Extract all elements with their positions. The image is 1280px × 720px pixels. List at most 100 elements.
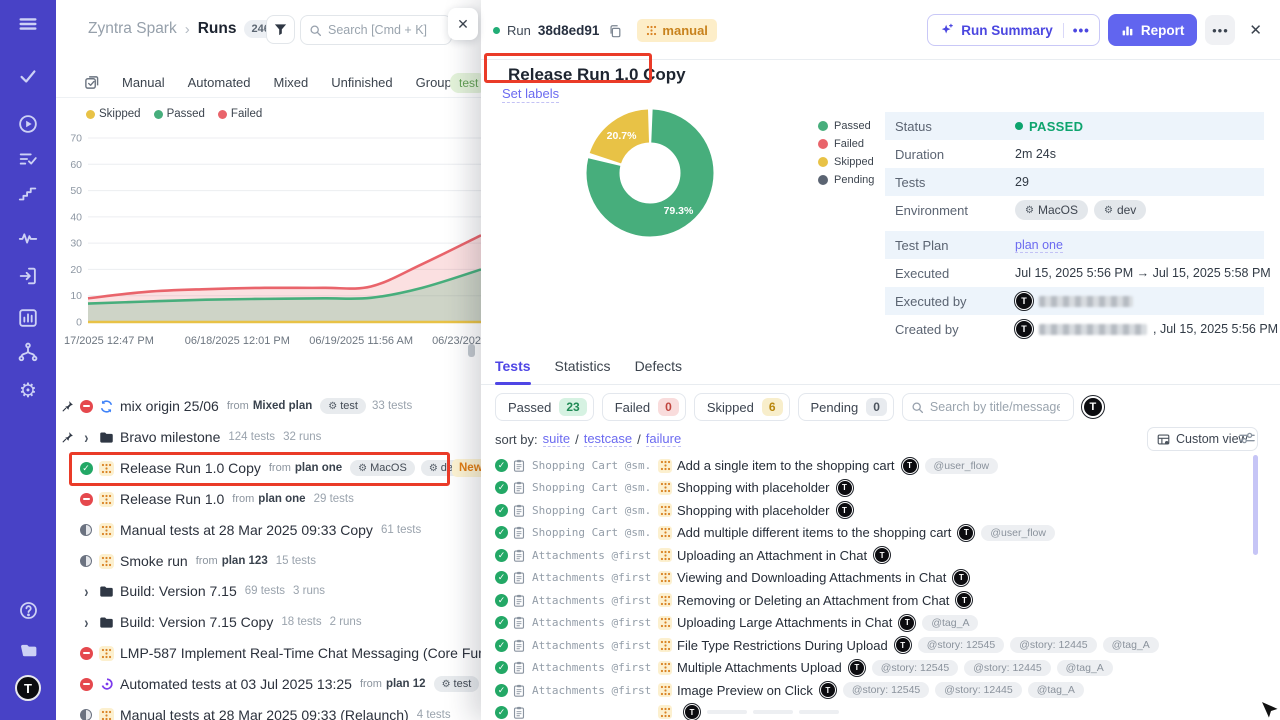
- chevron-right-icon[interactable]: ›: [79, 429, 93, 445]
- run-list-item[interactable]: Smoke runfromplan 12315 tests: [56, 551, 481, 571]
- run-list-item[interactable]: LMP-587 Implement Real-Time Chat Messagi…: [56, 643, 481, 663]
- chevron-right-icon[interactable]: ›: [79, 583, 93, 599]
- test-tag[interactable]: @story: 12545: [843, 682, 929, 698]
- test-passed-icon: ✓: [495, 616, 508, 629]
- test-row[interactable]: ✓Attachments @firstImage Preview on Clic…: [481, 681, 1280, 699]
- play-circle-icon[interactable]: [0, 110, 56, 138]
- test-tag[interactable]: [753, 710, 793, 714]
- test-row[interactable]: ✓Attachments @firstUploading an Attachme…: [481, 546, 1280, 564]
- test-title[interactable]: Image Preview on Click: [677, 683, 813, 698]
- panel-close-button[interactable]: ✕: [448, 8, 478, 40]
- test-suite-name: Attachments @first: [532, 661, 653, 674]
- test-tag[interactable]: @story: 12545: [872, 660, 958, 676]
- test-title[interactable]: Add multiple different items to the shop…: [677, 525, 951, 540]
- run-meta-text: 69 tests: [245, 585, 285, 597]
- run-type-manual-icon: [99, 708, 114, 720]
- run-plan-name[interactable]: plan 123: [222, 555, 268, 567]
- test-tag[interactable]: [799, 710, 839, 714]
- test-title[interactable]: Uploading Large Attachments in Chat: [677, 615, 892, 630]
- folder-icon: [99, 585, 114, 598]
- test-title[interactable]: Uploading an Attachment in Chat: [677, 548, 867, 563]
- avatar-t[interactable]: T: [0, 674, 56, 702]
- test-title[interactable]: Add a single item to the shopping cart: [677, 458, 895, 473]
- test-title[interactable]: Shopping with placeholder: [677, 503, 830, 518]
- test-title[interactable]: Shopping with placeholder: [677, 480, 830, 495]
- run-list-item[interactable]: ›Bravo milestone124 tests32 runs: [56, 427, 481, 447]
- run-list-item[interactable]: Release Run 1.0fromplan one29 tests: [56, 489, 481, 509]
- test-list-scrollbar[interactable]: [1253, 455, 1258, 555]
- environment-badge: ⚙test: [320, 398, 366, 414]
- test-suite-name: Attachments @first: [532, 684, 653, 697]
- test-title[interactable]: File Type Restrictions During Upload: [677, 638, 888, 653]
- run-meta-text: 18 tests: [281, 616, 321, 628]
- run-plan-name[interactable]: Mixed plan: [253, 400, 312, 412]
- test-passed-icon: ✓: [495, 706, 508, 719]
- test-passed-icon: ✓: [495, 639, 508, 652]
- test-tag[interactable]: @user_flow: [981, 525, 1055, 541]
- folder-icon: [99, 616, 114, 629]
- test-tag[interactable]: @tag_A: [922, 615, 978, 631]
- gear-icon[interactable]: ⚙: [0, 376, 56, 404]
- test-tag[interactable]: @story: 12445: [964, 660, 1050, 676]
- test-tag[interactable]: [707, 710, 747, 714]
- test-tag[interactable]: @tag_A: [1103, 637, 1159, 653]
- git-branch-icon[interactable]: [0, 338, 56, 366]
- run-title-text: LMP-587 Implement Real-Time Chat Messagi…: [120, 645, 481, 661]
- run-type-manual-icon: [99, 492, 114, 507]
- user-avatar[interactable]: T: [15, 675, 41, 701]
- help-icon[interactable]: [0, 596, 56, 624]
- test-row[interactable]: ✓Shopping Cart @sm...Shopping with place…: [481, 479, 1280, 497]
- test-tag[interactable]: @tag_A: [1057, 660, 1113, 676]
- gear-icon: ⚙: [328, 401, 337, 412]
- run-list-item[interactable]: Manual tests at 28 Mar 2025 09:33 Copy61…: [56, 520, 481, 540]
- run-plan-name[interactable]: plan 12: [386, 678, 426, 690]
- gear-icon: ⚙: [442, 679, 451, 690]
- run-meta-text: 4 tests: [417, 709, 451, 720]
- run-list-item[interactable]: ✓Release Run 1.0 Copyfromplan one⚙MacOS⚙…: [56, 458, 481, 478]
- run-title-text: Build: Version 7.15 Copy: [120, 614, 273, 630]
- steps-icon[interactable]: [0, 180, 56, 208]
- test-tag[interactable]: @user_flow: [925, 458, 999, 474]
- menu-icon[interactable]: [0, 10, 56, 38]
- assignee-avatar: T: [958, 525, 974, 541]
- bar-chart-icon[interactable]: [0, 304, 56, 332]
- run-list-item[interactable]: Manual tests at 28 Mar 2025 09:33 (Relau…: [56, 705, 481, 720]
- run-list-item[interactable]: mix origin 25/06fromMixed plan⚙test33 te…: [56, 396, 481, 416]
- test-list: ✓Shopping Cart @sm...Add a single item t…: [481, 0, 1280, 720]
- folder-icon[interactable]: [0, 636, 56, 664]
- check-icon[interactable]: [0, 62, 56, 90]
- test-title[interactable]: Viewing and Downloading Attachments in C…: [677, 570, 946, 585]
- test-title[interactable]: Removing or Deleting an Attachment from …: [677, 593, 949, 608]
- test-row[interactable]: ✓Shopping Cart @sm...Shopping with place…: [481, 501, 1280, 519]
- test-title[interactable]: Multiple Attachments Upload: [677, 660, 842, 675]
- test-suite-name: Attachments @first: [532, 639, 653, 652]
- test-row[interactable]: ✓Shopping Cart @sm...Add a single item t…: [481, 457, 1280, 475]
- chevron-right-icon[interactable]: ›: [79, 614, 93, 630]
- assignee-avatar: T: [684, 704, 700, 720]
- test-row[interactable]: ✓Shopping Cart @sm...Add multiple differ…: [481, 524, 1280, 542]
- test-tag[interactable]: @story: 12445: [935, 682, 1021, 698]
- runs-list-panel: Zyntra Spark › Runs 246 ManualAutomatedM…: [56, 0, 481, 720]
- test-tag[interactable]: @tag_A: [1028, 682, 1084, 698]
- test-row[interactable]: ✓Attachments @firstRemoving or Deleting …: [481, 591, 1280, 609]
- run-meta-text: 3 runs: [293, 585, 325, 597]
- activity-icon[interactable]: [0, 224, 56, 252]
- run-title-text: Manual tests at 28 Mar 2025 09:33 (Relau…: [120, 707, 409, 720]
- clipboard-icon: [513, 594, 525, 607]
- run-title-text: Build: Version 7.15: [120, 583, 237, 599]
- run-plan-name[interactable]: plan one: [258, 493, 305, 505]
- run-list-item[interactable]: Automated tests at 03 Jul 2025 13:25from…: [56, 674, 481, 694]
- run-list-item[interactable]: › Build: Version 7.15 69 tests 3 runs: [56, 581, 481, 601]
- test-row[interactable]: ✓Attachments @firstViewing and Downloadi…: [481, 569, 1280, 587]
- run-plan-name[interactable]: plan one: [295, 462, 342, 474]
- sign-in-icon[interactable]: [0, 262, 56, 290]
- test-row[interactable]: ✓Attachments @firstMultiple Attachments …: [481, 659, 1280, 677]
- test-row[interactable]: ✓Attachments @firstUploading Large Attac…: [481, 614, 1280, 632]
- test-tag[interactable]: @story: 12545: [918, 637, 1004, 653]
- run-list-item[interactable]: ›Build: Version 7.15 Copy18 tests2 runs: [56, 612, 481, 632]
- test-tag[interactable]: @story: 12445: [1010, 637, 1096, 653]
- run-from-label: from: [360, 678, 382, 690]
- test-row[interactable]: ✓T: [481, 703, 1280, 720]
- list-check-icon[interactable]: [0, 145, 56, 173]
- test-row[interactable]: ✓ Attachments @first File Type Restriction…: [481, 636, 1280, 654]
